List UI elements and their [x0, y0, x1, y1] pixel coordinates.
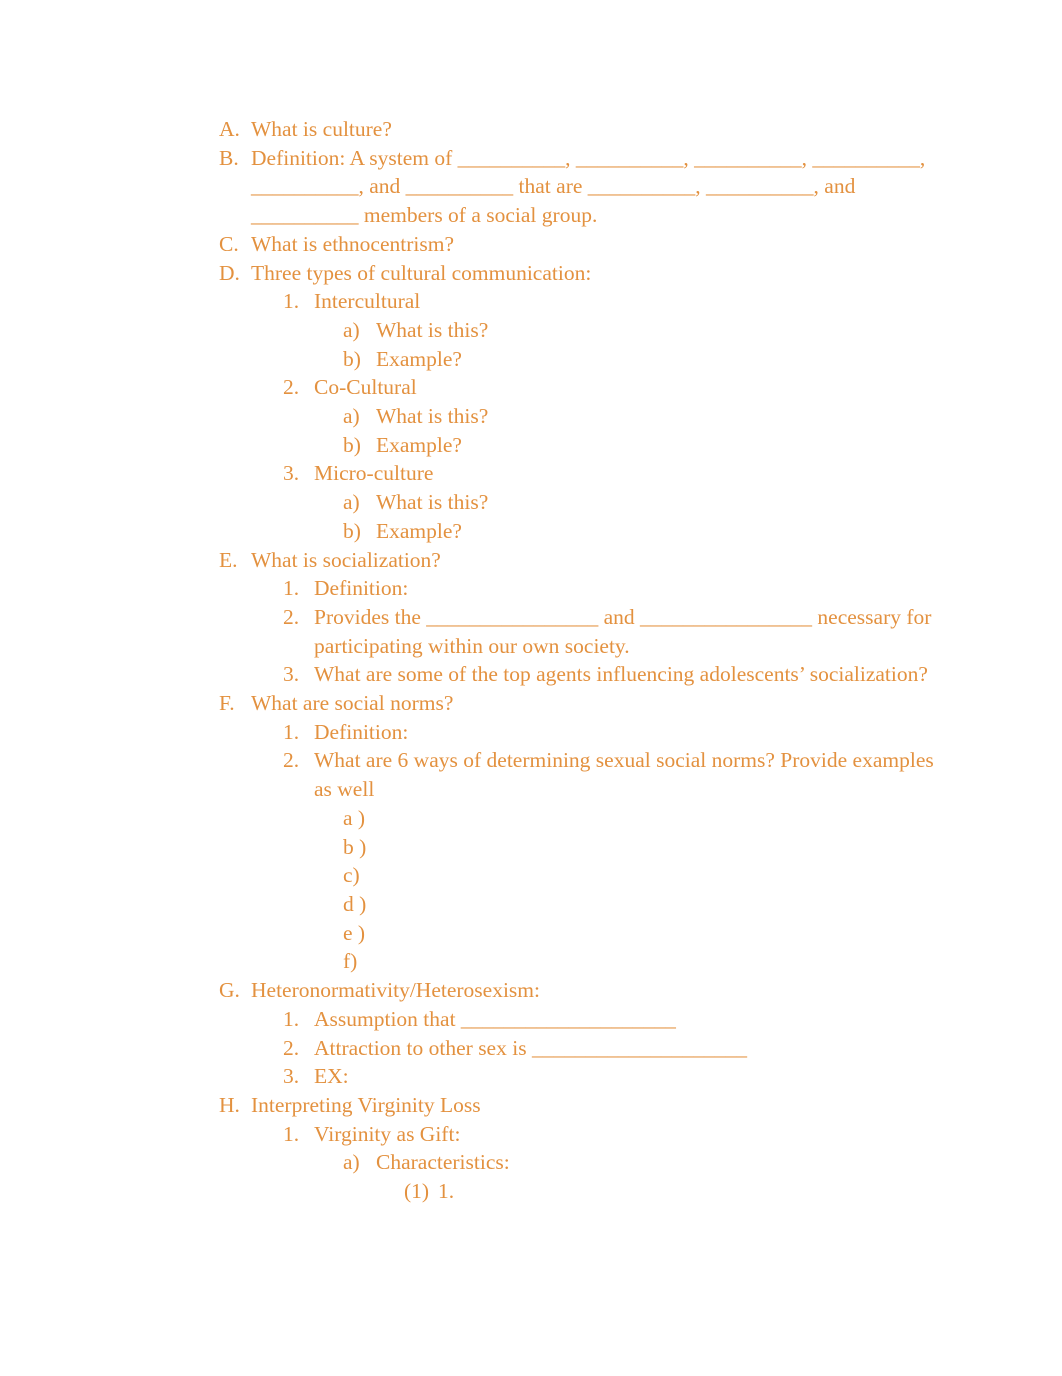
outline-item-level-2: 2. Co-Cultural [0, 373, 982, 402]
outline-item-text: Definition: [314, 576, 409, 601]
outline-item-text: What is this? [376, 490, 489, 515]
outline-item-level-3: a) What is this? [0, 488, 982, 517]
outline-item-text: Example? [376, 346, 462, 371]
outline-item-level-1: F. What are social norms? [0, 689, 982, 718]
outline-list: A. What is culture? B. Definition: A system… [0, 115, 982, 1206]
outline-item-text: Micro-culture [314, 461, 434, 486]
outline-item-level-3: a ) [0, 804, 982, 833]
outline-item-level-2: 1. Assumption that ____________________ [0, 1005, 982, 1034]
outline-item-level-2: 3. EX: [0, 1062, 982, 1091]
outline-item-marker: a) [343, 404, 360, 429]
outline-item-level-1: B. Definition: A system of __________, __… [0, 144, 982, 230]
outline-item-level-1: H. Interpreting Virginity Loss [0, 1091, 982, 1120]
outline-item-text: Co-Cultural [314, 375, 417, 400]
outline-item-text: Assumption that ____________________ [314, 1006, 676, 1031]
outline-item-text: Definition: [314, 719, 409, 744]
outline-item-marker: a) [343, 317, 360, 342]
outline-item-text: Heteronormativity/Heterosexism: [251, 978, 540, 1003]
outline-item-level-2: 2. Attraction to other sex is ___________… [0, 1034, 982, 1063]
outline-item-level-4: (1) 1. [0, 1177, 982, 1206]
outline-item-marker: B. [219, 145, 239, 170]
outline-item-level-3: c) [0, 861, 982, 890]
outline-item-level-3: a) Characteristics: [0, 1148, 982, 1177]
outline-item-marker: (1) [404, 1179, 430, 1204]
outline-item-level-3: a) What is this? [0, 402, 982, 431]
outline-item-marker: d ) [343, 891, 367, 916]
outline-item-marker: 2. [283, 1035, 300, 1060]
outline-item-marker: 1. [283, 719, 300, 744]
outline-item-marker: 2. [283, 748, 300, 773]
outline-item-marker: 1. [283, 1006, 300, 1031]
outline-item-level-2: 1. Definition: [0, 574, 982, 603]
outline-item-marker: 2. [283, 604, 300, 629]
outline-item-level-3: f) [0, 947, 982, 976]
outline-item-level-1: E. What is socialization? [0, 546, 982, 575]
outline-item-level-1: C. What is ethnocentrism? [0, 230, 982, 259]
outline-item-marker: e ) [343, 920, 366, 945]
outline-item-text: Definition: A system of __________, ____… [251, 145, 926, 228]
outline-item-marker: D. [219, 260, 240, 285]
outline-item-marker: 1. [283, 1121, 300, 1146]
outline-item-text: Three types of cultural communication: [251, 260, 592, 285]
outline-item-marker: b) [343, 518, 361, 543]
outline-item-marker: 3. [283, 461, 300, 486]
outline-item-level-3: d ) [0, 890, 982, 919]
outline-item-text: What is culture? [251, 117, 392, 141]
outline-item-level-3: b) Example? [0, 345, 982, 374]
outline-item-text: What is ethnocentrism? [251, 231, 454, 256]
outline-item-level-1: G. Heteronormativity/Heterosexism: [0, 976, 982, 1005]
outline-item-text: What is socialization? [251, 547, 441, 572]
outline-item-marker: A. [219, 117, 240, 141]
outline-item-level-3: a) What is this? [0, 316, 982, 345]
outline-item-text: Attraction to other sex is _____________… [314, 1035, 747, 1060]
outline-item-text: Intercultural [314, 289, 421, 314]
document-page: A. What is culture? B. Definition: A system… [0, 0, 1062, 1376]
outline-item-marker: 3. [283, 662, 300, 687]
outline-item-level-2: 2. What are 6 ways of determining sexual … [0, 746, 982, 803]
outline-item-text: What are 6 ways of determining sexual so… [314, 748, 934, 802]
outline-item-level-1: D. Three types of cultural communication: [0, 259, 982, 288]
outline-item-level-2: 1. Intercultural [0, 287, 982, 316]
outline-item-level-3: b) Example? [0, 517, 982, 546]
outline-item-level-1: A. What is culture? [0, 115, 982, 144]
outline-item-text: What are social norms? [251, 691, 454, 716]
outline-item-level-2: 3. What are some of the top agents influe… [0, 660, 982, 689]
outline-item-text: What is this? [376, 404, 489, 429]
outline-item-level-3: e ) [0, 919, 982, 948]
outline-item-marker: a) [343, 1150, 360, 1175]
outline-item-text: What are some of the top agents influenc… [314, 662, 928, 687]
outline-item-level-2: 1. Definition: [0, 718, 982, 747]
outline-item-marker: a) [343, 490, 360, 515]
outline-item-level-3: b ) [0, 833, 982, 862]
outline-item-text: What is this? [376, 317, 489, 342]
outline-item-marker: b) [343, 432, 361, 457]
outline-item-text: 1. [438, 1179, 455, 1204]
outline-item-text: Provides the ________________ and ______… [314, 604, 932, 658]
outline-item-text: Interpreting Virginity Loss [251, 1092, 481, 1117]
outline-item-level-2: 3. Micro-culture [0, 459, 982, 488]
outline-item-marker: 2. [283, 375, 300, 400]
outline-item-text: Virginity as Gift: [314, 1121, 461, 1146]
outline-item-text: Example? [376, 518, 462, 543]
outline-item-marker: G. [219, 978, 240, 1003]
outline-item-level-2: 1. Virginity as Gift: [0, 1120, 982, 1149]
outline-item-marker: c) [343, 863, 360, 888]
outline-item-marker: 1. [283, 289, 300, 314]
outline-item-text: Characteristics: [376, 1150, 510, 1175]
outline-item-level-2: 2. Provides the ________________ and ____… [0, 603, 982, 660]
outline-item-marker: F. [219, 691, 235, 716]
outline-item-marker: b ) [343, 834, 367, 859]
outline-item-marker: E. [219, 547, 238, 572]
outline-item-marker: 3. [283, 1064, 300, 1089]
outline-item-marker: f) [343, 949, 358, 974]
outline-item-level-3: b) Example? [0, 431, 982, 460]
outline-item-marker: 1. [283, 576, 300, 601]
outline-item-marker: a ) [343, 805, 366, 830]
outline-item-marker: H. [219, 1092, 240, 1117]
outline-item-text: EX: [314, 1064, 349, 1089]
outline-item-text: Example? [376, 432, 462, 457]
outline-item-marker: b) [343, 346, 361, 371]
outline-item-marker: C. [219, 231, 239, 256]
